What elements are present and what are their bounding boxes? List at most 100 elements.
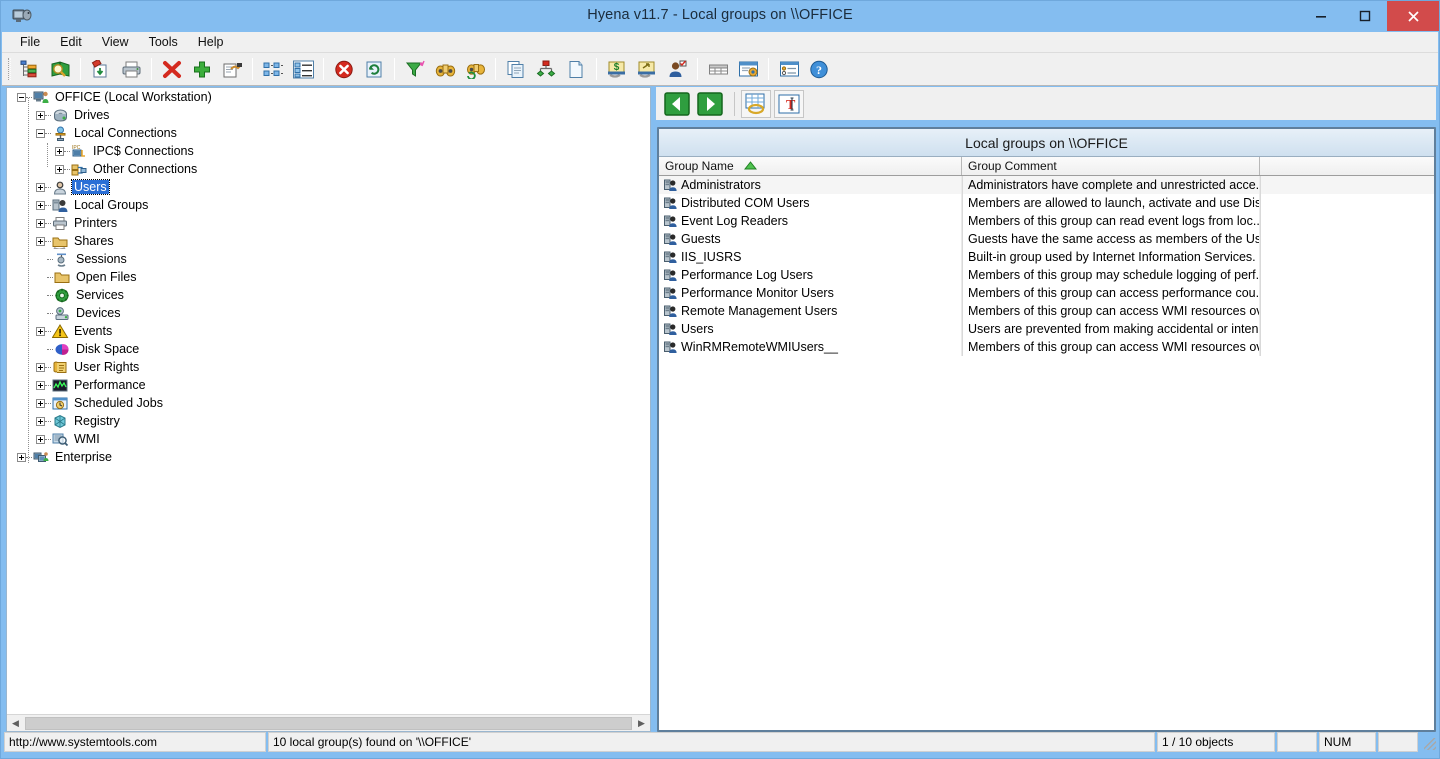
tree-expand-toggle[interactable] bbox=[36, 182, 45, 192]
tree-expand-toggle[interactable] bbox=[36, 326, 45, 336]
tree-item-registry[interactable]: Registry bbox=[7, 412, 650, 430]
tree-item-services[interactable]: Services bbox=[7, 286, 650, 304]
cell-group-name: Distributed COM Users bbox=[659, 194, 962, 212]
copy-icon[interactable] bbox=[501, 55, 531, 83]
grid-export-icon[interactable] bbox=[741, 89, 771, 118]
table-row[interactable]: Users Users are prevented from making acc… bbox=[659, 320, 1434, 338]
scroll-left-arrow-icon[interactable]: ◀ bbox=[7, 715, 24, 731]
tree-item-ipc-connections[interactable]: IPC IPC$ Connections bbox=[7, 142, 650, 160]
tree-item-scheduled-jobs[interactable]: Scheduled Jobs bbox=[7, 394, 650, 412]
column-header-group-name[interactable]: Group Name bbox=[659, 157, 962, 175]
add-plus-icon[interactable] bbox=[187, 55, 217, 83]
table-row[interactable]: Administrators Administrators have comple… bbox=[659, 176, 1434, 194]
tree-item-users[interactable]: Users bbox=[7, 178, 650, 196]
table-row[interactable]: Remote Management Users Members of this g… bbox=[659, 302, 1434, 320]
tree-expand-toggle[interactable] bbox=[36, 380, 45, 390]
column-header-group-comment[interactable]: Group Comment bbox=[962, 157, 1260, 175]
tree-item-performance[interactable]: Performance bbox=[7, 376, 650, 394]
groups-list-panel[interactable]: Local groups on \\OFFICE Group Name Grou… bbox=[657, 127, 1436, 732]
tree-scroll-thumb[interactable] bbox=[25, 716, 632, 730]
help-icon[interactable]: ? bbox=[804, 55, 834, 83]
forward-arrow-icon[interactable] bbox=[695, 90, 725, 118]
menu-file[interactable]: File bbox=[10, 33, 50, 51]
tree-item-wmi[interactable]: WMI bbox=[7, 430, 650, 448]
tree-item-user-rights[interactable]: User Rights bbox=[7, 358, 650, 376]
menu-help[interactable]: Help bbox=[188, 33, 234, 51]
tree-expand-toggle[interactable] bbox=[36, 200, 45, 210]
stop-icon[interactable] bbox=[329, 55, 359, 83]
binoculars-icon[interactable] bbox=[430, 55, 460, 83]
grid-icon[interactable] bbox=[703, 55, 733, 83]
refresh-icon[interactable] bbox=[359, 55, 389, 83]
resize-grip[interactable] bbox=[1420, 732, 1438, 752]
tree-expand-toggle[interactable] bbox=[36, 236, 45, 246]
tree-item-disk-space[interactable]: Disk Space bbox=[7, 340, 650, 358]
printer-icon[interactable] bbox=[116, 55, 146, 83]
tree-expand-toggle[interactable] bbox=[17, 452, 26, 462]
back-arrow-icon[interactable] bbox=[662, 90, 692, 118]
tree-expand-toggle[interactable] bbox=[36, 362, 45, 372]
tree-collapse-toggle[interactable] bbox=[17, 92, 26, 102]
tree-expand-toggle[interactable] bbox=[36, 416, 45, 426]
tree-item-label: Performance bbox=[74, 378, 146, 392]
small-icons-view-icon[interactable] bbox=[258, 55, 288, 83]
tree-expand-toggle[interactable] bbox=[36, 218, 45, 228]
table-row[interactable]: WinRMRemoteWMIUsers__ Members of this gro… bbox=[659, 338, 1434, 356]
table-row[interactable]: Event Log Readers Members of this group c… bbox=[659, 212, 1434, 230]
tree-expand-toggle[interactable] bbox=[36, 398, 45, 408]
column-header-extra[interactable] bbox=[1260, 157, 1434, 175]
export-down-icon[interactable] bbox=[86, 55, 116, 83]
delete-x-icon[interactable] bbox=[157, 55, 187, 83]
filter-icon[interactable] bbox=[400, 55, 430, 83]
options-list-icon[interactable] bbox=[774, 55, 804, 83]
table-row[interactable]: Distributed COM Users Members are allowed… bbox=[659, 194, 1434, 212]
tree-item-drives[interactable]: Drives bbox=[7, 106, 650, 124]
tree-horizontal-scrollbar[interactable]: ◀ ▶ bbox=[7, 714, 650, 731]
menu-tools[interactable]: Tools bbox=[139, 33, 188, 51]
toolbar-separator bbox=[495, 58, 496, 80]
table-row[interactable]: Performance Monitor Users Members of this… bbox=[659, 284, 1434, 302]
toolbar-grip[interactable] bbox=[8, 58, 11, 80]
tree-collapse-toggle[interactable] bbox=[36, 128, 45, 138]
tree-item-printers[interactable]: Printers bbox=[7, 214, 650, 232]
tree-item-events[interactable]: Events bbox=[7, 322, 650, 340]
tree-item-enterprise[interactable]: Enterprise bbox=[7, 448, 650, 466]
tree-expand-toggle[interactable] bbox=[55, 164, 64, 174]
maximize-button[interactable] bbox=[1343, 1, 1387, 31]
tree-view-icon[interactable] bbox=[15, 55, 45, 83]
user-check-icon[interactable] bbox=[662, 55, 692, 83]
group-comment-text: Members of this group can read event log… bbox=[968, 214, 1260, 228]
close-button[interactable] bbox=[1387, 1, 1439, 31]
tree-item-local-connections[interactable]: Local Connections bbox=[7, 124, 650, 142]
minimize-button[interactable] bbox=[1299, 1, 1343, 31]
tree-item-shares[interactable]: Shares bbox=[7, 232, 650, 250]
tree-item-office[interactable]: OFFICE (Local Workstation) bbox=[7, 88, 650, 106]
cell-group-comment: Guests have the same access as members o… bbox=[962, 230, 1260, 248]
share-folder-icon[interactable] bbox=[632, 55, 662, 83]
money-share-icon[interactable]: $ bbox=[602, 55, 632, 83]
binoculars-refresh-icon[interactable] bbox=[460, 55, 490, 83]
text-tool-icon[interactable]: T bbox=[774, 89, 804, 118]
menu-edit[interactable]: Edit bbox=[50, 33, 92, 51]
tree-item-devices[interactable]: Devices bbox=[7, 304, 650, 322]
table-row[interactable]: Guests Guests have the same access as mem… bbox=[659, 230, 1434, 248]
tree-expand-toggle[interactable] bbox=[55, 146, 64, 156]
navigation-tree-panel[interactable]: OFFICE (Local Workstation) Drives Local Co… bbox=[6, 87, 651, 732]
status-url[interactable]: http://www.systemtools.com bbox=[4, 732, 266, 752]
new-document-icon[interactable] bbox=[561, 55, 591, 83]
scroll-right-arrow-icon[interactable]: ▶ bbox=[633, 715, 650, 731]
tree-item-sessions[interactable]: Sessions bbox=[7, 250, 650, 268]
window-settings-icon[interactable] bbox=[733, 55, 763, 83]
menu-view[interactable]: View bbox=[92, 33, 139, 51]
tree-expand-toggle[interactable] bbox=[36, 110, 45, 120]
details-view-icon[interactable] bbox=[288, 55, 318, 83]
tree-item-open-files[interactable]: Open Files bbox=[7, 268, 650, 286]
org-chart-icon[interactable] bbox=[531, 55, 561, 83]
table-row[interactable]: IIS_IUSRS Built-in group used by Internet… bbox=[659, 248, 1434, 266]
tree-item-local-groups[interactable]: Local Groups bbox=[7, 196, 650, 214]
find-book-icon[interactable] bbox=[45, 55, 75, 83]
tree-item-other-connections[interactable]: Other Connections bbox=[7, 160, 650, 178]
properties-icon[interactable] bbox=[217, 55, 247, 83]
tree-expand-toggle[interactable] bbox=[36, 434, 45, 444]
table-row[interactable]: Performance Log Users Members of this gro… bbox=[659, 266, 1434, 284]
